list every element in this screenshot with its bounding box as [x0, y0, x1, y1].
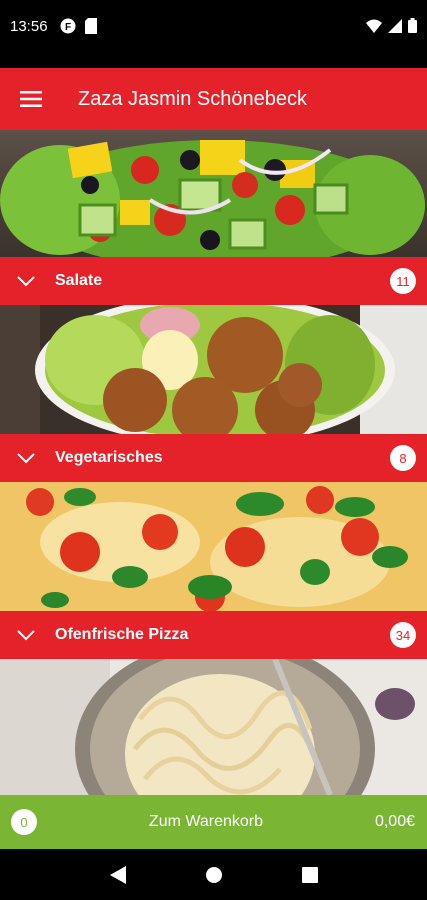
salad-image[interactable]	[0, 130, 427, 257]
category-ofenfrische-pizza[interactable]: Ofenfrische Pizza 34	[0, 611, 427, 659]
category-label: Vegetarisches	[55, 449, 163, 466]
category-label: Salate	[55, 272, 103, 289]
cart-label: Zum Warenkorb	[148, 813, 264, 830]
wifi-icon	[366, 19, 382, 33]
category-salate[interactable]: Salate 11	[0, 257, 427, 305]
chevron-down-icon	[0, 629, 52, 641]
falafel-image[interactable]	[0, 305, 427, 434]
app-title: Zaza Jasmin Schönebeck	[78, 87, 308, 110]
pizza-image[interactable]	[0, 482, 427, 611]
chevron-down-icon	[0, 452, 52, 464]
pasta-image[interactable]	[0, 659, 427, 795]
battery-icon	[408, 18, 417, 33]
svg-text:F: F	[65, 22, 71, 33]
app-bar: Zaza Jasmin Schönebeck	[0, 68, 427, 130]
cart-count-badge: 0	[11, 809, 37, 835]
notification-app-icon: F	[60, 18, 76, 34]
status-bar: 13:56 F	[0, 0, 427, 68]
sd-card-icon	[85, 18, 97, 34]
recents-icon[interactable]	[301, 866, 318, 883]
category-count-badge: 34	[390, 622, 416, 648]
cart-total: 0,00€	[374, 813, 415, 830]
category-count-badge: 11	[390, 268, 416, 294]
home-icon[interactable]	[205, 866, 223, 884]
back-icon[interactable]	[109, 865, 126, 884]
category-vegetarisches[interactable]: Vegetarisches 8	[0, 434, 427, 482]
hamburger-menu-icon	[20, 91, 42, 107]
cart-bar[interactable]: 0 Zum Warenkorb 0,00€	[0, 795, 427, 849]
category-label: Ofenfrische Pizza	[55, 626, 189, 643]
category-count-badge: 8	[390, 445, 416, 471]
menu-button[interactable]	[0, 68, 62, 130]
navigation-bar	[0, 849, 427, 900]
status-time: 13:56	[10, 18, 48, 35]
signal-icon	[388, 18, 402, 33]
chevron-down-icon	[0, 275, 52, 287]
